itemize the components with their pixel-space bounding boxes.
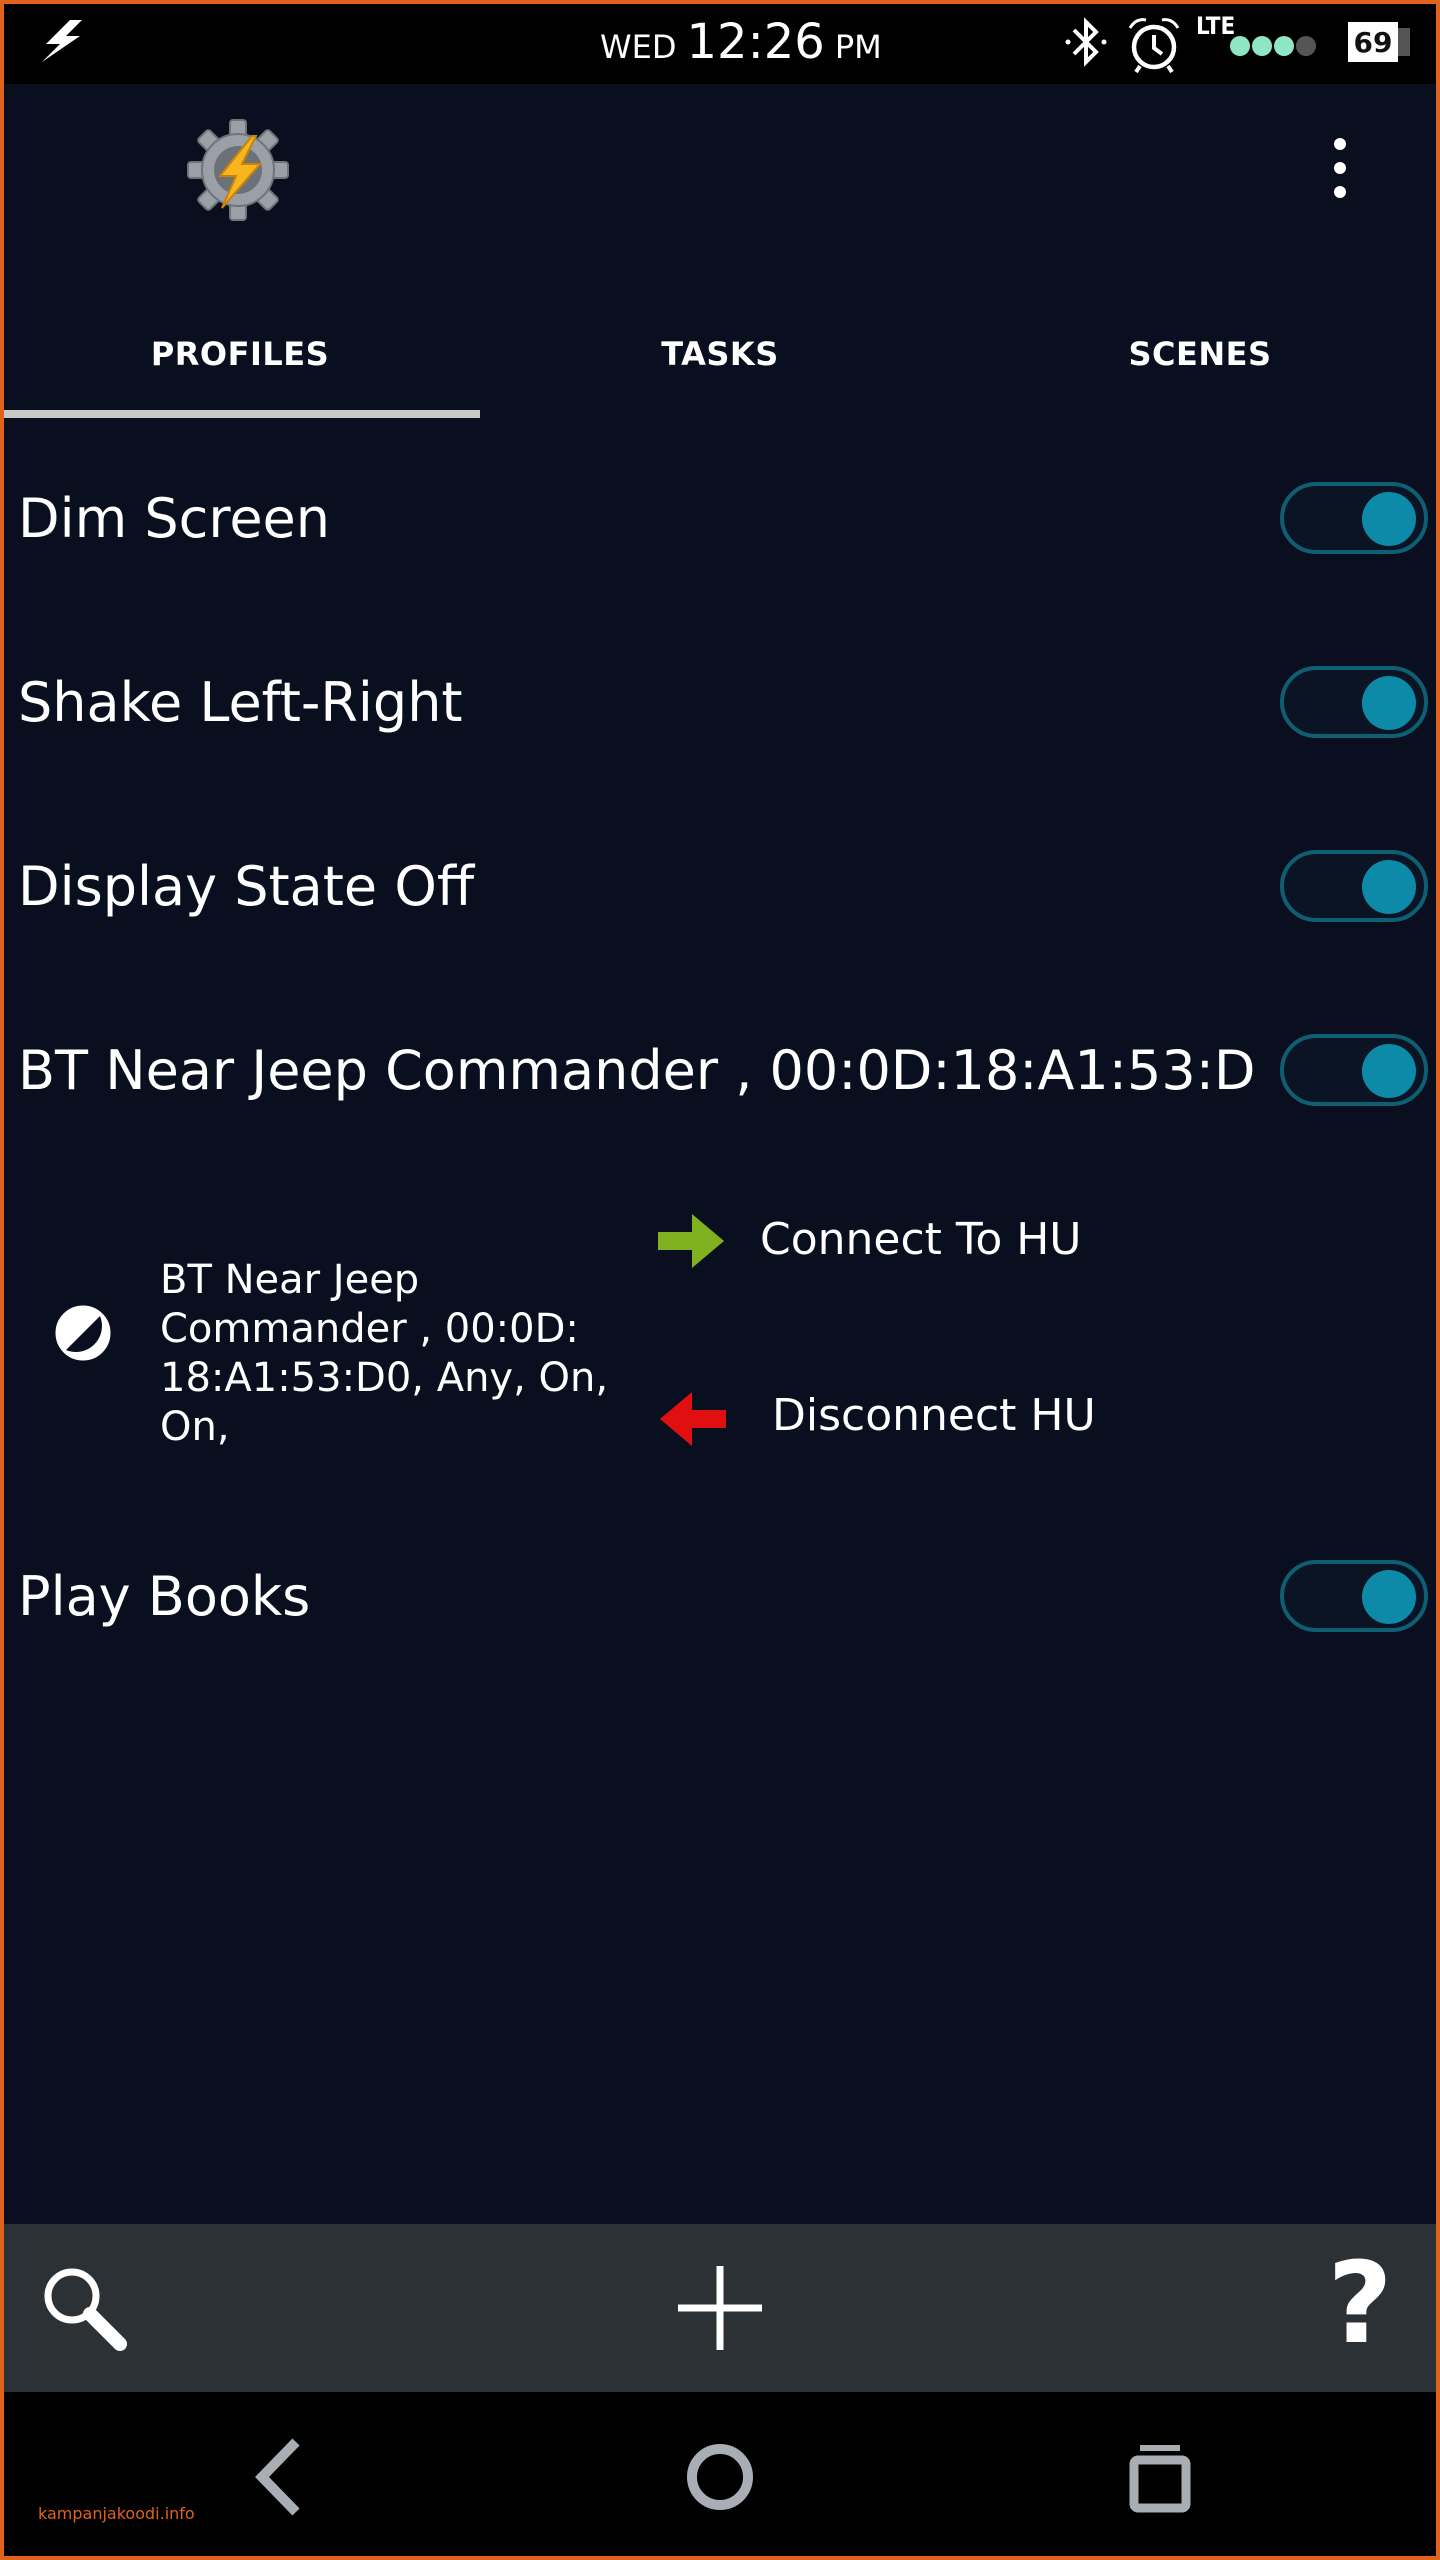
battery-icon (1398, 28, 1410, 56)
tab-profiles[interactable]: PROFILES (0, 304, 480, 404)
context-description[interactable]: BT Near Jeep Commander , 00:0D: 18:A1:53… (160, 1256, 660, 1452)
add-icon[interactable] (672, 2260, 768, 2356)
tab-tasks[interactable]: TASKS (480, 304, 960, 404)
profile-row-display-state[interactable]: Display State Off (0, 796, 1440, 976)
profile-name: Play Books (18, 1564, 311, 1628)
status-day: WED (600, 28, 677, 66)
profile-name: Shake Left-Right (18, 670, 463, 734)
toggle-knob (1362, 492, 1416, 546)
tab-bar: PROFILES TASKS SCENES (0, 304, 1440, 414)
app-bar: PROFILES TASKS SCENES (0, 84, 1440, 418)
profile-toggle[interactable] (1280, 1560, 1428, 1632)
home-icon[interactable] (680, 2432, 760, 2522)
back-icon[interactable] (244, 2432, 324, 2522)
profile-toggle[interactable] (1280, 666, 1428, 738)
flash-icon (42, 20, 82, 62)
profile-row-dim-screen[interactable]: Dim Screen (0, 428, 1440, 608)
context-line: BT Near Jeep (160, 1257, 420, 1303)
toggle-knob (1362, 676, 1416, 730)
enter-task-label[interactable]: Connect To HU (760, 1214, 1082, 1265)
status-ampm: PM (834, 28, 882, 66)
tasker-gear-bolt-icon[interactable] (186, 118, 290, 222)
exit-task-arrow-icon (660, 1392, 726, 1446)
status-time: 12:26 (686, 14, 825, 70)
recent-apps-icon[interactable] (1120, 2432, 1200, 2522)
navigation-bar: kampanjakoodi.info (0, 2392, 1440, 2560)
profile-row-shake[interactable]: Shake Left-Right (0, 612, 1440, 792)
bottom-toolbar: ? (0, 2224, 1440, 2392)
profile-row-play-books[interactable]: Play Books (0, 1506, 1440, 1686)
exit-task-label[interactable]: Disconnect HU (772, 1390, 1096, 1441)
profile-name: BT Near Jeep Commander , 00:0D:18:A1:53:… (18, 1038, 1258, 1102)
bluetooth-context-icon[interactable] (54, 1304, 112, 1362)
help-icon[interactable]: ? (1320, 2244, 1400, 2364)
profile-row-bt-jeep[interactable]: BT Near Jeep Commander , 00:0D:18:A1:53:… (0, 980, 1440, 1160)
status-clock: WED 12:26 PM (600, 14, 882, 74)
signal-strength-icon (1230, 36, 1316, 56)
profile-toggle[interactable] (1280, 1034, 1428, 1106)
enter-task-arrow-icon (658, 1214, 724, 1268)
expanded-profile-details: BT Near Jeep Commander , 00:0D: 18:A1:53… (0, 1180, 1440, 1480)
profile-name: Dim Screen (18, 486, 331, 550)
overflow-menu-icon[interactable] (1320, 134, 1360, 204)
bluetooth-icon (1065, 17, 1107, 67)
context-line: Commander , 00:0D: (160, 1306, 579, 1352)
search-icon[interactable] (36, 2260, 132, 2356)
context-line: 18:A1:53:D0, Any, On, On, (160, 1355, 609, 1450)
battery-level: 69 (1348, 22, 1398, 62)
toggle-knob (1362, 860, 1416, 914)
watermark-text: kampanjakoodi.info (38, 2504, 195, 2523)
profile-name: Display State Off (18, 854, 475, 918)
status-bar: WED 12:26 PM LTE 69 (0, 0, 1440, 84)
tab-scenes[interactable]: SCENES (960, 304, 1440, 404)
alarm-icon (1128, 18, 1180, 74)
toggle-knob (1362, 1570, 1416, 1624)
profile-toggle[interactable] (1280, 482, 1428, 554)
toggle-knob (1362, 1044, 1416, 1098)
profile-toggle[interactable] (1280, 850, 1428, 922)
active-tab-indicator (0, 410, 480, 418)
